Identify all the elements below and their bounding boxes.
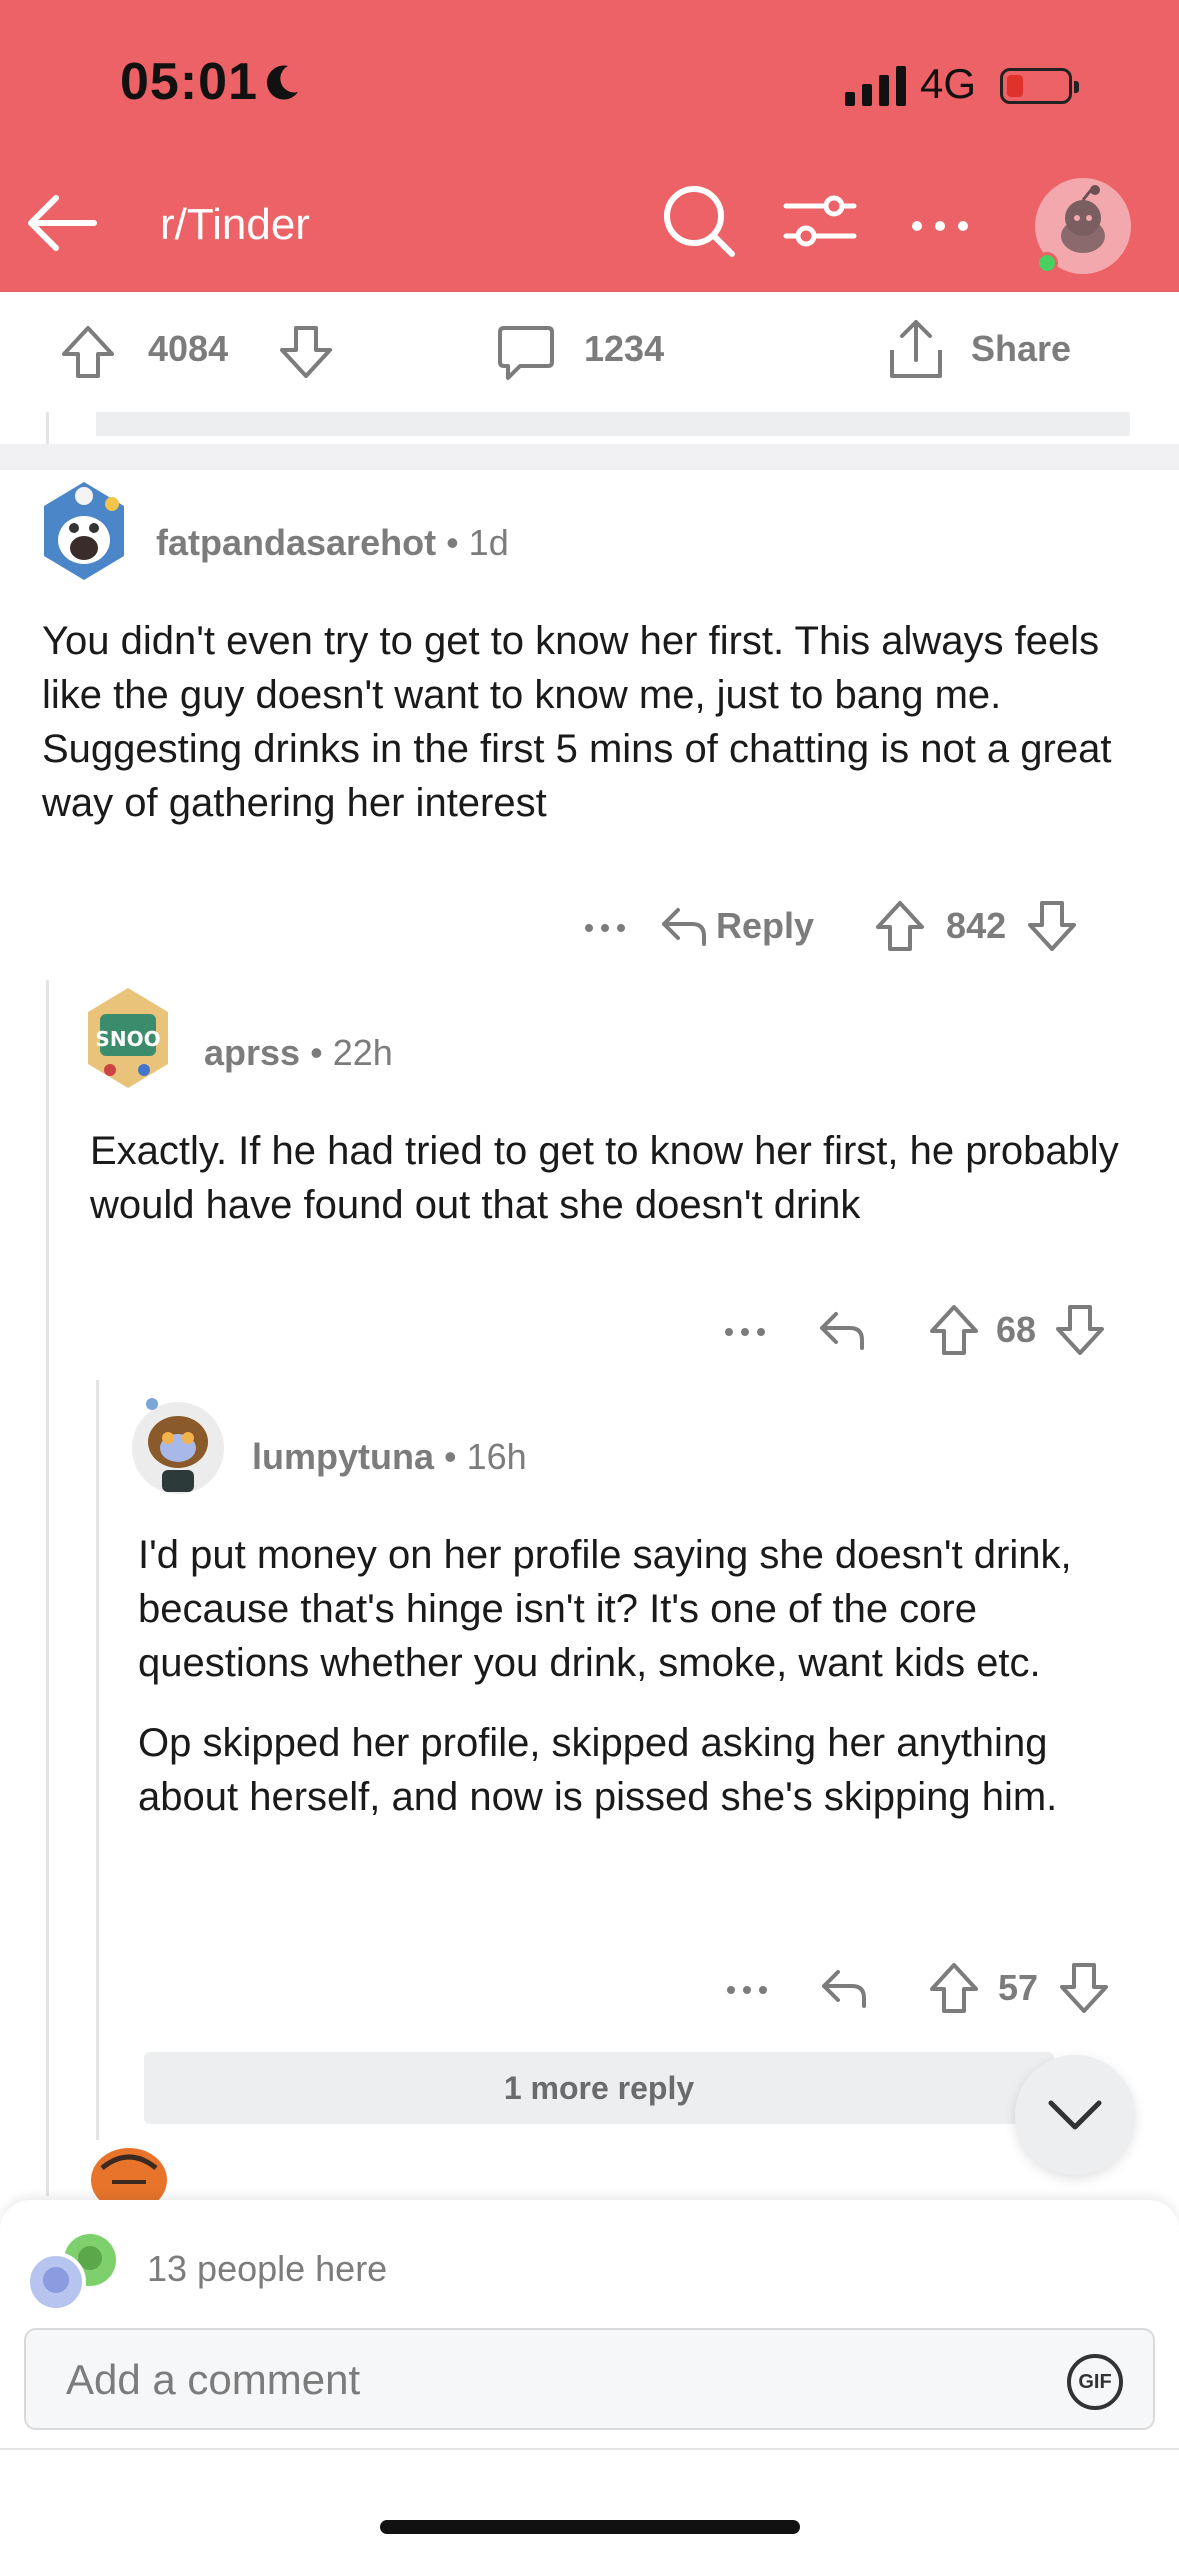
downvote-arrow-icon[interactable] [276,322,336,382]
comment-bubble-icon[interactable] [496,322,556,384]
more-options-icon[interactable] [905,182,975,262]
downvote-arrow-icon[interactable] [1054,1303,1106,1357]
network-type: 4G [920,60,977,107]
status-time: 05:01 [120,53,258,111]
more-options-icon[interactable] [582,898,628,954]
comment-username[interactable]: fatpandasarehot [156,522,436,564]
reply-arrow-icon[interactable] [658,900,710,952]
separator-dot: • [446,522,459,563]
reply-arrow-icon[interactable] [816,1304,868,1356]
thread-line [46,980,49,2196]
gif-button[interactable]: GIF [1067,2354,1123,2410]
comment-score: 57 [998,1967,1039,2008]
cellular-signal-icon [845,64,906,106]
fatpandasarehot-avatar[interactable] [36,478,132,588]
comment-username[interactable]: aprss [204,1032,300,1074]
svg-text:SNOO: SNOO [95,1027,160,1051]
chevron-down-icon [1048,2100,1102,2130]
next-comment-avatar [91,2148,167,2202]
downvote-arrow-icon[interactable] [1026,899,1078,953]
share-icon[interactable] [884,316,948,382]
present-users-avatars [26,2234,116,2312]
post-action-bar: 4084 1234 Share [0,292,1179,412]
previous-more-replies-bar[interactable] [96,412,1130,436]
back-arrow-icon[interactable] [22,188,102,258]
upvote-arrow-icon[interactable] [928,1961,980,2015]
battery-icon [1000,68,1079,104]
more-options-icon[interactable] [722,1302,768,1358]
upvote-arrow-icon[interactable] [874,899,926,953]
downvote-arrow-icon[interactable] [1058,1961,1110,2015]
comment-text: Exactly. If he had tried to get to know … [90,1129,1119,1227]
comment-age: 16h [466,1436,527,1477]
collapse-thread-button[interactable] [1015,2055,1135,2175]
share-button[interactable]: Share [971,328,1071,370]
post-vote-count: 4084 [148,328,229,369]
comment-text: Op skipped her profile, skipped asking h… [138,1721,1058,1819]
comment-text: You didn't even try to get to know her f… [42,619,1112,825]
comment-score: 68 [996,1309,1037,1350]
comment-age: 1d [468,522,509,563]
comment-score: 842 [946,905,1007,946]
add-comment-field[interactable]: Add a comment GIF [24,2328,1155,2430]
lumpytuna-avatar[interactable] [130,1390,226,1502]
reply-button[interactable]: Reply [716,905,814,947]
divider [0,2448,1179,2450]
comment-text: I'd put money on her profile saying she … [138,1533,1072,1685]
post-comment-count: 1234 [584,328,665,369]
home-indicator[interactable] [380,2520,800,2534]
more-replies-button[interactable]: 1 more reply [144,2052,1054,2124]
aprss-avatar[interactable]: SNOO [80,984,176,1096]
search-icon[interactable] [660,182,740,262]
comment-username[interactable]: lumpytuna [252,1436,434,1478]
sort-filter-icon[interactable] [780,182,860,262]
upvote-arrow-icon[interactable] [928,1303,980,1357]
separator-dot: • [444,1436,457,1477]
thread-line [96,1380,99,2140]
comment-age: 22h [332,1032,393,1073]
focus-moon-icon [266,65,298,100]
app-header: 05:01 4G r/Tinder [0,0,1179,292]
subreddit-title[interactable]: r/Tinder [160,200,310,250]
upvote-arrow-icon[interactable] [58,322,118,382]
comment-composer-panel: 13 people here Add a comment GIF [0,2200,1179,2556]
people-here-count: 13 people here [147,2248,388,2289]
separator-dot: • [310,1032,323,1073]
thread-line [46,412,49,444]
thread-separator [0,444,1179,470]
reply-arrow-icon[interactable] [818,1962,870,2014]
add-comment-placeholder: Add a comment [66,2356,361,2403]
online-status-dot [1036,252,1058,274]
more-options-icon[interactable] [724,1960,770,2016]
